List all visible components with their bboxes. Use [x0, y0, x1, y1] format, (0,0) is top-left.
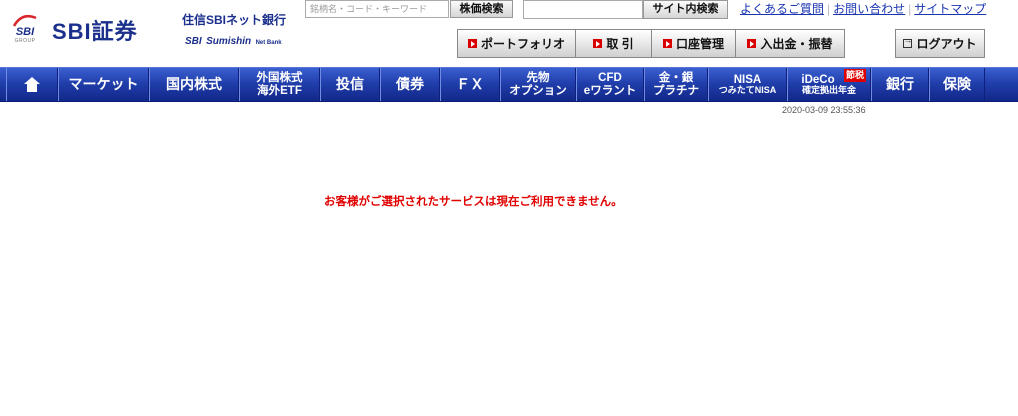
arrow-right-icon	[747, 39, 757, 48]
divider: |	[908, 2, 912, 16]
site-search-button[interactable]: サイト内検索	[643, 0, 728, 19]
bank-link-jp[interactable]: 住信SBIネット銀行	[182, 11, 286, 28]
logout-icon	[903, 35, 913, 48]
sbi-group-logo[interactable]: SBI GROUP	[10, 14, 40, 44]
account-button[interactable]: 口座管理	[651, 29, 736, 58]
deposit-transfer-button[interactable]: 入出金・振替	[735, 29, 845, 58]
stock-search-button[interactable]: 株価検索	[450, 0, 513, 18]
function-bar: ポートフォリオ 取 引 口座管理 入出金・振替	[457, 29, 845, 58]
error-message: お客様がご選択されたサービスは現在ご利用できません。	[324, 196, 623, 208]
portfolio-button[interactable]: ポートフォリオ	[457, 29, 576, 58]
divider: |	[827, 2, 831, 16]
logout-button[interactable]: ログアウト	[895, 29, 985, 58]
nav-fx[interactable]: ＦＸ	[440, 68, 500, 101]
nav-precious-metals[interactable]: 金・銀 プラチナ	[644, 68, 708, 101]
nav-domestic-stocks[interactable]: 国内株式	[149, 68, 239, 101]
nav-funds[interactable]: 投信	[320, 68, 380, 101]
bank-en-sumishin: Sumishin	[206, 36, 252, 47]
nav-foreign-stocks[interactable]: 外国株式 海外ETF	[239, 68, 320, 101]
tax-saving-badge: 節税	[843, 69, 866, 82]
home-icon	[23, 76, 41, 93]
stock-search-input[interactable]: 銘柄名・コード・キーワード	[305, 0, 449, 18]
faq-link[interactable]: よくあるご質問	[740, 2, 824, 16]
bank-link-en[interactable]: SBI Sumishin Net Bank	[185, 31, 282, 49]
site-search-input[interactable]	[523, 0, 643, 19]
nav-home[interactable]	[6, 68, 58, 101]
arrow-right-icon	[467, 39, 477, 48]
nav-insurance[interactable]: 保険	[929, 68, 985, 101]
nav-cfd[interactable]: CFD eワラント	[576, 68, 644, 101]
bank-en-netbank: Net Bank	[255, 40, 282, 46]
sitemap-link[interactable]: サイトマップ	[914, 2, 986, 16]
trade-button[interactable]: 取 引	[575, 29, 652, 58]
nav-bonds[interactable]: 債券	[380, 68, 440, 101]
group-logo-text: SBI	[15, 26, 35, 38]
arrow-right-icon	[662, 39, 672, 48]
nav-market[interactable]: マーケット	[58, 68, 149, 101]
main-nav: マーケット 国内株式 外国株式 海外ETF 投信 債券 ＦＸ 先物 オプション CF…	[0, 67, 1018, 102]
nav-ideco[interactable]: 節税 iDeCo 確定拠出年金	[787, 68, 871, 101]
arrow-right-icon	[593, 39, 603, 48]
contact-link[interactable]: お問い合わせ	[833, 2, 905, 16]
utility-links: よくあるご質問 | お問い合わせ | サイトマップ	[740, 0, 986, 17]
bank-en-sbi: SBI	[185, 36, 202, 47]
nav-bank[interactable]: 銀行	[871, 68, 929, 101]
nav-futures-options[interactable]: 先物 オプション	[500, 68, 576, 101]
nav-nisa[interactable]: NISA つみたてNISA	[708, 68, 787, 101]
timestamp: 2020-03-09 23:55:36	[782, 105, 866, 115]
group-logo-sub: GROUP	[14, 38, 36, 44]
brand-logo[interactable]: SBI証券	[52, 14, 138, 46]
